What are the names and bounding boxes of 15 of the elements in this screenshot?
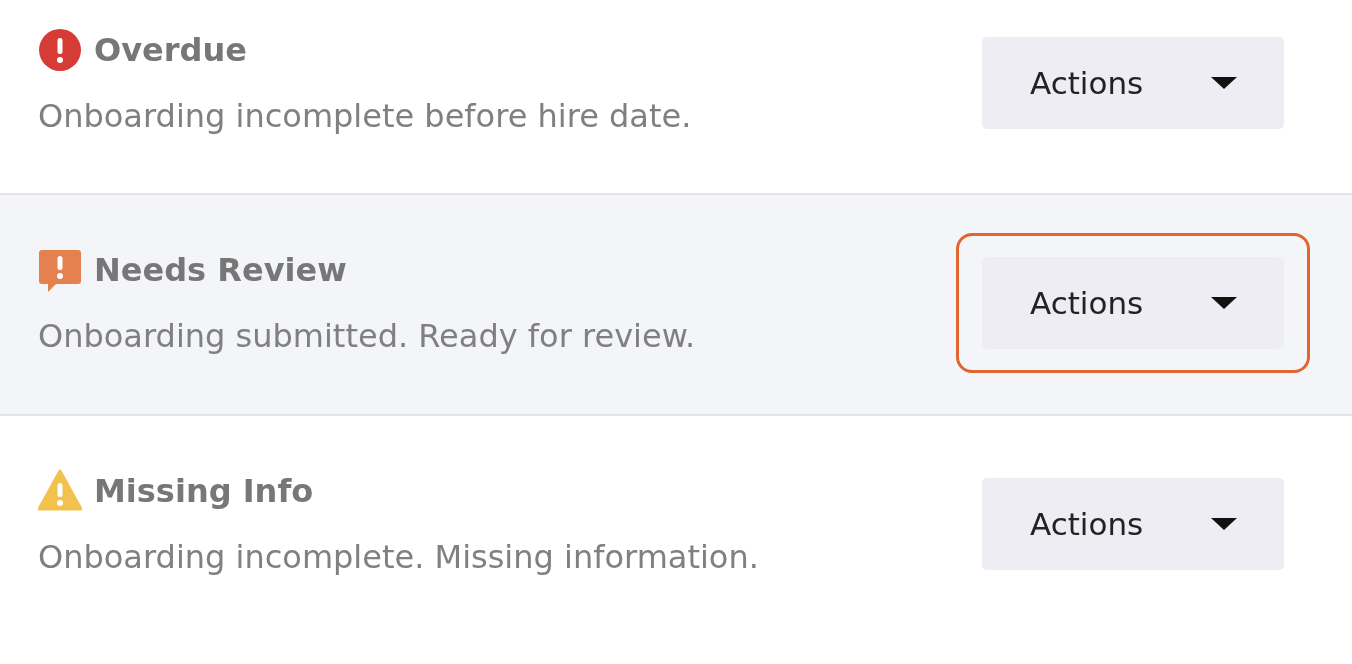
alert-speech-bubble-icon [38, 248, 82, 292]
status-title: Overdue [94, 30, 247, 71]
caret-icon [1210, 517, 1238, 531]
actions-dropdown-button[interactable]: Actions [982, 478, 1284, 570]
actions-dropdown-button[interactable]: Actions [982, 37, 1284, 129]
alert-circle-icon [38, 28, 82, 72]
caret-icon [1210, 296, 1238, 310]
status-description: Onboarding submitted. Ready for review. [38, 316, 696, 357]
status-description: Onboarding incomplete. Missing information. [38, 537, 759, 578]
actions-dropdown-button[interactable]: Actions [982, 257, 1284, 349]
caret-icon [1210, 76, 1238, 90]
warning-triangle-icon [38, 469, 82, 513]
status-title: Missing Info [94, 471, 314, 512]
status-title: Needs Review [94, 250, 347, 291]
status-description: Onboarding incomplete before hire date. [38, 96, 692, 137]
